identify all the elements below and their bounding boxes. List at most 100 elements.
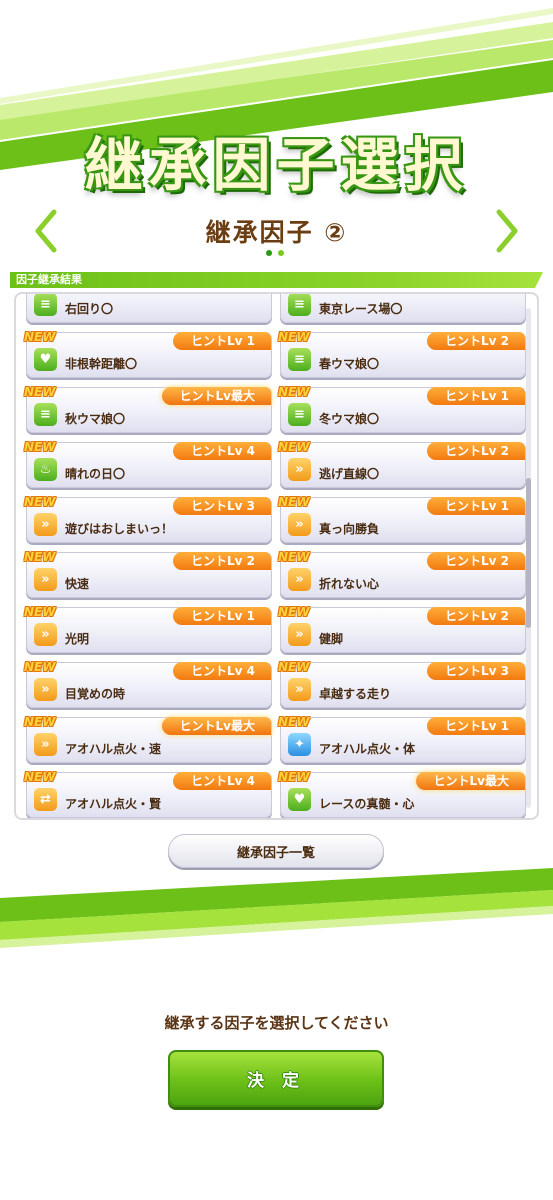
runner-icon: »: [34, 678, 57, 701]
factor-list-panel[interactable]: ≡ 右回り〇 ≡ 東京レース場〇 ♥ 非根幹距離〇 NEW ヒントLv 1 ≡ 春ウマ娘〇 NEW ヒ…: [14, 292, 539, 820]
runner-icon: »: [288, 513, 311, 536]
hint-level-badge: ヒントLv 2: [427, 442, 525, 460]
hint-level-badge: ヒントLv 1: [427, 387, 525, 405]
factor-name: 冬ウマ娘〇: [319, 412, 380, 426]
section-title: 因子継承結果: [16, 273, 82, 286]
factor-card[interactable]: ≡ 東京レース場〇: [280, 294, 526, 323]
factor-card[interactable]: ≡ 春ウマ娘〇 NEW ヒントLv 2: [278, 330, 526, 378]
hint-level-badge: ヒントLv 4: [173, 442, 271, 460]
factor-grid: ≡ 右回り〇 ≡ 東京レース場〇 ♥ 非根幹距離〇 NEW ヒントLv 1 ≡ 春ウマ娘〇 NEW ヒ…: [24, 294, 526, 818]
hint-level-badge: ヒントLv 3: [173, 497, 271, 515]
hint-level-badge: ヒントLv最大: [415, 772, 525, 790]
factor-card[interactable]: » 逃げ直線〇 NEW ヒントLv 2: [278, 440, 526, 488]
instruction-text: 継承する因子を選択してください: [164, 1014, 389, 1032]
decide-button[interactable]: 決 定: [168, 1050, 384, 1107]
hint-level-badge: ヒントLv 2: [427, 332, 525, 350]
sparkle-icon: ✦: [288, 733, 311, 756]
decide-button-label: 決 定: [247, 1071, 305, 1091]
runner-icon: »: [34, 733, 57, 756]
factor-card[interactable]: ♥ 非根幹距離〇 NEW ヒントLv 1: [24, 330, 272, 378]
course-icon: ≡: [288, 348, 311, 371]
new-badge: NEW: [278, 715, 310, 729]
page-indicator: [266, 250, 284, 256]
new-badge: NEW: [278, 495, 310, 509]
factor-name: アオハル点火・体: [319, 742, 416, 756]
course-icon: ≡: [34, 403, 57, 426]
factor-name: 春ウマ娘〇: [319, 357, 380, 371]
swap-icon: ⇄: [34, 788, 57, 811]
factor-name: 遊びはおしまいっ！: [65, 522, 174, 536]
runner-icon: »: [288, 623, 311, 646]
hint-level-badge: ヒントLv最大: [161, 387, 271, 405]
factor-card[interactable]: » 折れない心 NEW ヒントLv 2: [278, 550, 526, 598]
factor-name: 目覚めの時: [65, 687, 126, 701]
hint-level-badge: ヒントLv 4: [173, 662, 271, 680]
factor-name: 卓越する走り: [319, 687, 392, 701]
factor-name: 秋ウマ娘〇: [65, 412, 126, 426]
factor-card[interactable]: » 快速 NEW ヒントLv 2: [24, 550, 272, 598]
factor-card[interactable]: » 目覚めの時 NEW ヒントLv 4: [24, 660, 272, 708]
factor-card[interactable]: ♥ レースの真髄・心 NEW ヒントLv最大: [278, 770, 526, 818]
course-icon: ≡: [288, 294, 311, 316]
new-badge: NEW: [278, 550, 310, 564]
page-subtitle: 継承因子 ②: [205, 218, 348, 247]
runner-icon: »: [288, 568, 311, 591]
factor-card[interactable]: » 卓越する走り NEW ヒントLv 3: [278, 660, 526, 708]
new-badge: NEW: [24, 550, 56, 564]
hint-level-badge: ヒントLv最大: [161, 717, 271, 735]
new-badge: NEW: [278, 385, 310, 399]
factor-card[interactable]: ✦ アオハル点火・体 NEW ヒントLv 1: [278, 715, 526, 763]
runner-icon: »: [34, 623, 57, 646]
factor-list-button-label: 継承因子一覧: [236, 845, 315, 861]
factor-name: 折れない心: [319, 577, 380, 591]
factor-card[interactable]: » 健脚 NEW ヒントLv 2: [278, 605, 526, 653]
hint-level-badge: ヒントLv 1: [173, 607, 271, 625]
factor-card[interactable]: ⇄ アオハル点火・賢 NEW ヒントLv 4: [24, 770, 272, 818]
factor-name: 快速: [65, 577, 90, 591]
new-badge: NEW: [24, 330, 56, 344]
factor-list-button[interactable]: 継承因子一覧: [168, 834, 384, 868]
factor-card[interactable]: » 遊びはおしまいっ！ NEW ヒントLv 3: [24, 495, 272, 543]
hint-level-badge: ヒントLv 1: [427, 497, 525, 515]
factor-name: 光明: [65, 632, 90, 646]
factor-name: 非根幹距離〇: [65, 357, 138, 371]
course-icon: ≡: [34, 294, 57, 316]
page-dot-1: [266, 250, 272, 256]
factor-card[interactable]: » 光明 NEW ヒントLv 1: [24, 605, 272, 653]
section-header: 因子継承結果: [10, 272, 543, 288]
new-badge: NEW: [278, 440, 310, 454]
new-badge: NEW: [24, 715, 56, 729]
factor-card[interactable]: ≡ 秋ウマ娘〇 NEW ヒントLv最大: [24, 385, 272, 433]
new-badge: NEW: [278, 660, 310, 674]
decorative-stripes-bottom: [0, 868, 553, 948]
new-badge: NEW: [24, 660, 56, 674]
factor-name: レースの真髄・心: [319, 797, 415, 811]
flame-icon: ♨: [34, 458, 57, 481]
factor-card[interactable]: ♨ 晴れの日〇 NEW ヒントLv 4: [24, 440, 272, 488]
hint-level-badge: ヒントLv 3: [427, 662, 525, 680]
runner-icon: »: [288, 458, 311, 481]
factor-card[interactable]: ≡ 右回り〇: [26, 294, 272, 323]
factor-card[interactable]: » アオハル点火・速 NEW ヒントLv最大: [24, 715, 272, 763]
scrollbar[interactable]: [526, 308, 531, 808]
new-badge: NEW: [278, 330, 310, 344]
new-badge: NEW: [24, 495, 56, 509]
hint-level-badge: ヒントLv 1: [427, 717, 525, 735]
factor-name: 健脚: [319, 632, 344, 646]
new-badge: NEW: [278, 770, 310, 784]
factor-card[interactable]: » 真っ向勝負 NEW ヒントLv 1: [278, 495, 526, 543]
new-badge: NEW: [24, 385, 56, 399]
factor-name: アオハル点火・賢: [65, 797, 162, 811]
new-badge: NEW: [278, 605, 310, 619]
factor-name: 真っ向勝負: [319, 522, 380, 536]
runner-icon: »: [34, 568, 57, 591]
course-icon: ≡: [288, 403, 311, 426]
hint-level-badge: ヒントLv 2: [173, 552, 271, 570]
scrollbar-thumb[interactable]: [526, 478, 531, 628]
factor-card[interactable]: ≡ 冬ウマ娘〇 NEW ヒントLv 1: [278, 385, 526, 433]
screen-title: 継承因子選択: [84, 131, 469, 199]
new-badge: NEW: [24, 440, 56, 454]
runner-icon: »: [288, 678, 311, 701]
factor-name: 晴れの日〇: [65, 467, 126, 481]
heart-icon: ♥: [288, 788, 311, 811]
